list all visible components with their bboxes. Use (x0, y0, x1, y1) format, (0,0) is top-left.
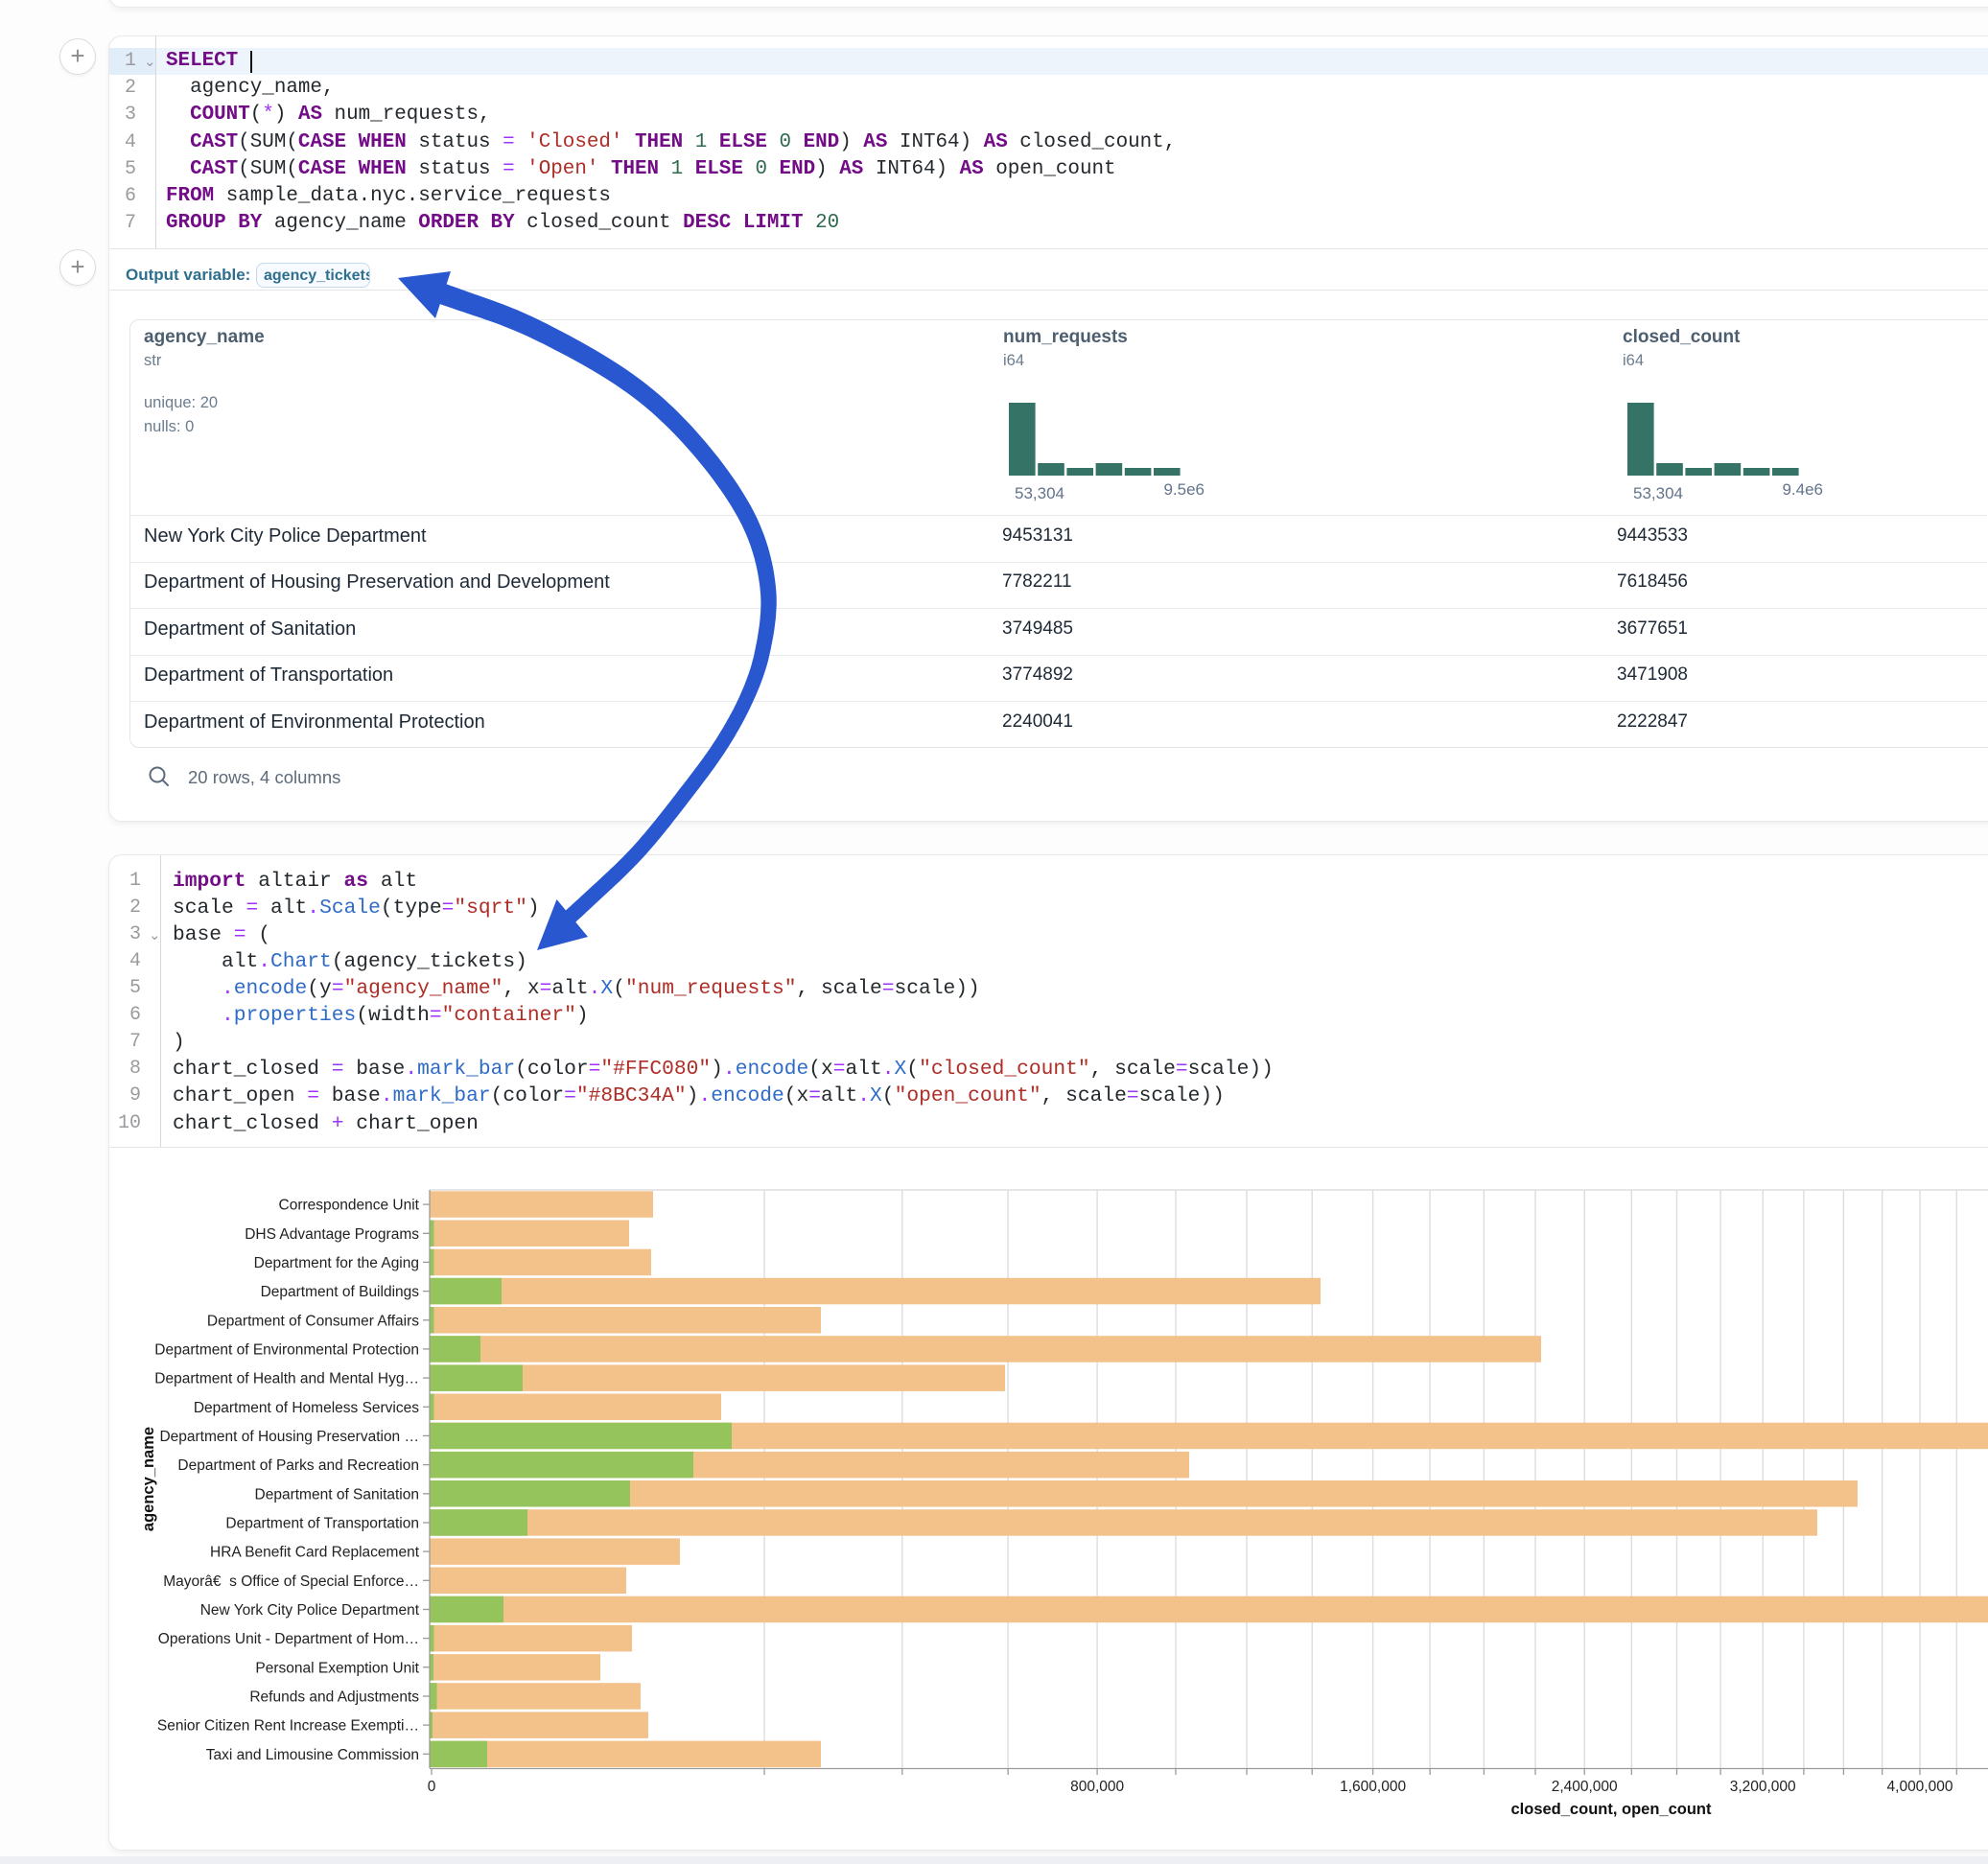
svg-text:0: 0 (428, 1779, 436, 1795)
svg-text:Personal Exemption Unit: Personal Exemption Unit (255, 1660, 419, 1676)
svg-text:1,600,000: 1,600,000 (1340, 1779, 1406, 1795)
svg-text:Mayorâ€ s Office of Special E: Mayorâ€ s Office of Special Enforce… (163, 1573, 419, 1590)
svg-text:Taxi and Limousine Commission: Taxi and Limousine Commission (206, 1747, 419, 1763)
svg-text:closed_count, open_count: closed_count, open_count (1510, 1801, 1712, 1818)
svg-text:4,000,000: 4,000,000 (1887, 1779, 1953, 1795)
svg-text:Department of Housing Preserva: Department of Housing Preservation … (159, 1429, 419, 1445)
svg-text:800,000: 800,000 (1070, 1779, 1124, 1795)
svg-text:Department for the Aging: Department for the Aging (254, 1255, 419, 1271)
svg-text:Department of Buildings: Department of Buildings (261, 1284, 420, 1300)
svg-text:Department of Transportation: Department of Transportation (225, 1516, 419, 1532)
svg-text:2,400,000: 2,400,000 (1552, 1779, 1618, 1795)
svg-text:Department of Sanitation: Department of Sanitation (255, 1486, 419, 1503)
svg-text:DHS Advantage Programs: DHS Advantage Programs (245, 1226, 419, 1243)
svg-text:Department of Consumer Affairs: Department of Consumer Affairs (207, 1313, 419, 1329)
svg-text:Department of Parks and Recrea: Department of Parks and Recreation (177, 1457, 419, 1474)
svg-text:Department of Homeless Service: Department of Homeless Services (194, 1400, 419, 1416)
svg-text:Operations Unit - Department o: Operations Unit - Department of Hom… (158, 1631, 419, 1647)
svg-text:New York City Police Departmen: New York City Police Department (200, 1602, 420, 1619)
svg-text:3,200,000: 3,200,000 (1730, 1779, 1796, 1795)
svg-text:Senior Citizen Rent Increase E: Senior Citizen Rent Increase Exempti… (157, 1718, 419, 1735)
svg-text:Correspondence Unit: Correspondence Unit (279, 1198, 420, 1214)
svg-text:agency_name: agency_name (140, 1427, 157, 1531)
svg-text:HRA Benefit Card Replacement: HRA Benefit Card Replacement (210, 1545, 420, 1561)
svg-text:Department of Environmental Pr: Department of Environmental Protection (154, 1341, 419, 1358)
svg-text:Refunds and Adjustments: Refunds and Adjustments (249, 1689, 419, 1706)
svg-text:Department of Health and Menta: Department of Health and Mental Hyg… (154, 1371, 419, 1387)
